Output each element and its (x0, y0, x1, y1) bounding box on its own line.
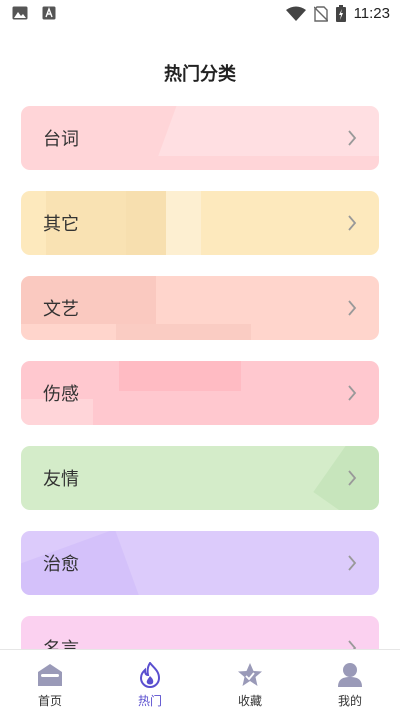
card-decoration (116, 324, 251, 340)
chevron-right-icon (348, 555, 357, 571)
card-decoration (21, 276, 156, 324)
category-label: 文艺 (43, 299, 79, 320)
nav-item-favorites[interactable]: 收藏 (200, 650, 300, 711)
chevron-right-icon (348, 215, 357, 231)
battery-charging-icon (335, 5, 346, 22)
status-bar: 11:23 (0, 0, 400, 30)
category-list[interactable]: 台词 其它 文艺 伤感 友情 治愈 名言 (21, 106, 379, 649)
nav-item-profile[interactable]: 我的 (300, 650, 400, 711)
category-label: 其它 (43, 214, 79, 235)
home-icon (38, 664, 62, 686)
nav-item-home[interactable]: 首页 (0, 650, 100, 711)
chevron-right-icon (348, 640, 357, 649)
nav-label: 收藏 (237, 694, 262, 708)
star-icon (238, 663, 262, 686)
flame-icon (139, 662, 161, 688)
card-decoration (119, 361, 241, 391)
category-card-quotes[interactable]: 名言 (21, 616, 379, 649)
wifi-icon (285, 6, 306, 21)
image-icon (12, 6, 28, 20)
no-sim-icon (313, 5, 328, 22)
category-card-literary[interactable]: 文艺 (21, 276, 379, 340)
nav-label: 热门 (137, 694, 162, 708)
category-label: 名言 (43, 635, 79, 649)
card-decoration (166, 191, 201, 255)
card-decoration (21, 531, 139, 595)
chevron-right-icon (348, 130, 357, 146)
category-card-friendship[interactable]: 友情 (21, 446, 379, 510)
user-icon (338, 663, 362, 687)
nav-label: 我的 (337, 694, 362, 708)
category-label: 伤感 (43, 384, 79, 405)
status-time: 11:23 (353, 5, 390, 22)
category-label: 友情 (43, 469, 79, 490)
chevron-right-icon (348, 470, 357, 486)
card-decoration (126, 191, 166, 255)
category-card-sad[interactable]: 伤感 (21, 361, 379, 425)
category-card-other[interactable]: 其它 (21, 191, 379, 255)
nav-label: 首页 (37, 694, 62, 708)
card-decoration (158, 106, 379, 156)
nav-item-hot[interactable]: 热门 (100, 650, 200, 711)
font-a-icon (42, 6, 56, 20)
category-label: 治愈 (43, 554, 79, 575)
page-title: 热门分类 (164, 64, 236, 85)
category-card-healing[interactable]: 治愈 (21, 531, 379, 595)
bottom-nav: 首页 热门 收藏 我的 (0, 649, 400, 711)
category-label: 台词 (43, 129, 79, 150)
chevron-right-icon (348, 385, 357, 401)
category-card-lines[interactable]: 台词 (21, 106, 379, 170)
chevron-right-icon (348, 300, 357, 316)
